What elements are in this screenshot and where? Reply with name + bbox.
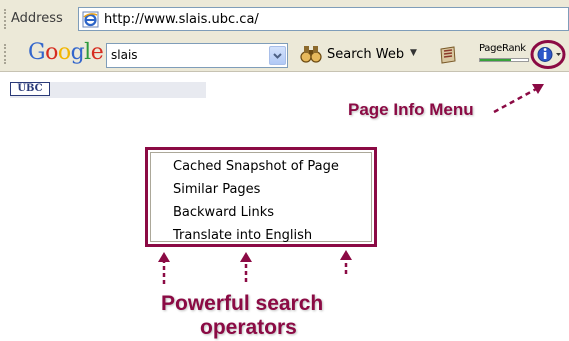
toolbar-grip[interactable] xyxy=(4,9,9,29)
dashed-arrows-icon xyxy=(158,250,352,284)
google-search-input[interactable] xyxy=(107,44,245,66)
menu-panel: Cached Snapshot of Page Similar Pages Ba… xyxy=(150,152,372,243)
search-web-label: Search Web xyxy=(327,47,405,62)
pagerank-indicator[interactable]: PageRank xyxy=(477,43,531,65)
news-icon[interactable] xyxy=(438,45,458,65)
page-info-menu-callout: Page Info Menu xyxy=(348,100,474,119)
chevron-down-icon: ▼ xyxy=(410,48,417,58)
google-toolbar: Google ▼ Search Web ▼ PageRank xyxy=(0,38,569,72)
menu-item-cached-snapshot[interactable]: Cached Snapshot of Page xyxy=(173,159,339,174)
operators-callout-line1: Powerful search xyxy=(161,292,324,315)
search-web-button[interactable]: Search Web ▼ xyxy=(300,44,426,66)
address-label: Address xyxy=(11,11,63,26)
ie-page-icon xyxy=(82,11,99,28)
chevron-down-icon xyxy=(273,53,282,59)
google-logo: Google xyxy=(28,40,104,65)
menu-item-backward-links[interactable]: Backward Links xyxy=(173,205,274,220)
page-info-button[interactable] xyxy=(528,38,569,71)
page-info-dropdown-menu: Cached Snapshot of Page Similar Pages Ba… xyxy=(145,147,377,247)
dashed-arrow-icon xyxy=(493,84,544,114)
address-input[interactable]: http://www.slais.ubc.ca/ xyxy=(78,7,569,31)
ubc-logo: UBC xyxy=(10,82,50,96)
pagerank-bar xyxy=(479,58,529,62)
menu-item-similar-pages[interactable]: Similar Pages xyxy=(173,182,260,197)
binoculars-icon xyxy=(300,46,322,63)
menu-item-translate[interactable]: Translate into English xyxy=(173,228,312,243)
google-search-box xyxy=(106,43,288,68)
search-history-dropdown[interactable] xyxy=(269,46,286,65)
pagerank-bar-fill xyxy=(480,59,512,61)
operators-callout-line2: operators xyxy=(200,316,297,339)
pagerank-label: PageRank xyxy=(479,43,526,54)
address-bar: Address http://www.slais.ubc.ca/ xyxy=(0,0,569,39)
toolbar-grip[interactable] xyxy=(4,44,9,64)
address-url: http://www.slais.ubc.ca/ xyxy=(104,12,259,27)
